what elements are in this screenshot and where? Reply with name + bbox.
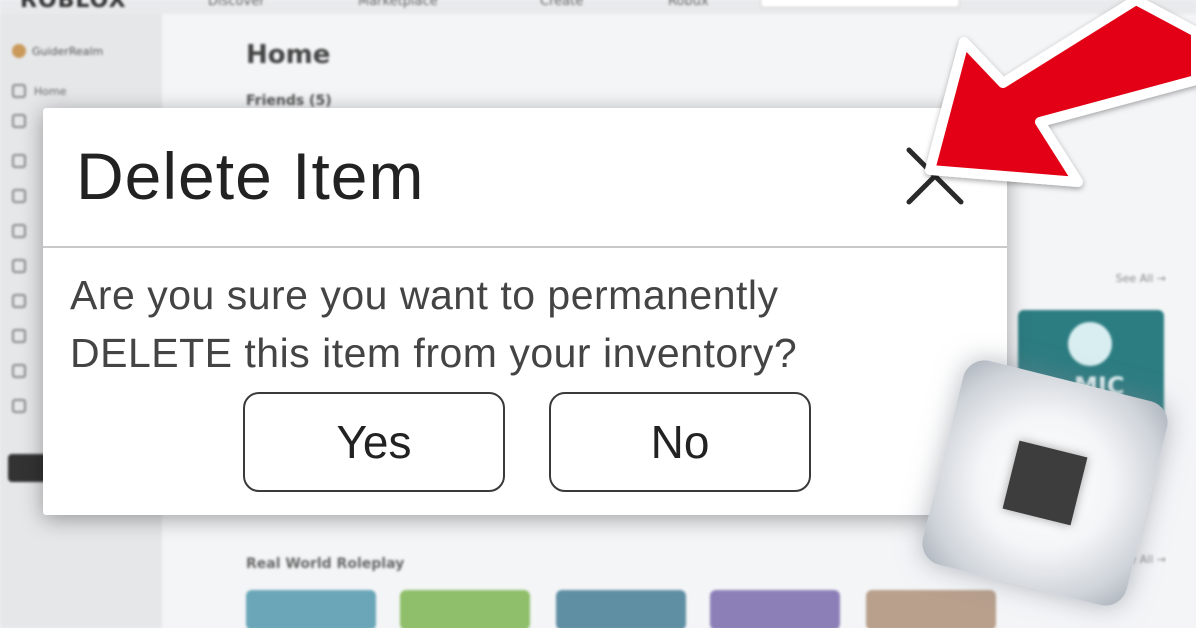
divider <box>43 246 1007 248</box>
no-button[interactable]: No <box>549 392 811 492</box>
dialog-message: Are you sure you want to permanently DEL… <box>70 266 990 382</box>
message-line: Are you sure you want to permanently <box>70 272 779 318</box>
username: GuiderRealm <box>32 44 104 58</box>
red-arrow-icon <box>925 0 1196 187</box>
sidebar-item[interactable] <box>12 189 26 203</box>
store-icon <box>12 399 26 413</box>
game-thumbnail[interactable] <box>710 590 840 628</box>
microphone-icon <box>1068 322 1112 366</box>
avatar <box>12 44 26 58</box>
sidebar-item-label: Home <box>34 84 67 98</box>
sidebar-item[interactable] <box>12 224 26 238</box>
message-line: DELETE this item from your inventory? <box>70 330 798 376</box>
messages-icon <box>12 154 26 168</box>
sidebar-user[interactable]: GuiderRealm <box>12 44 103 58</box>
page-title: Home <box>246 40 331 70</box>
sidebar-item[interactable] <box>12 294 26 308</box>
game-thumbnail[interactable] <box>400 590 530 628</box>
friends-heading[interactable]: Friends (5) <box>246 93 332 109</box>
sidebar-item-home[interactable]: Home <box>12 84 66 98</box>
sidebar-item[interactable] <box>12 364 26 378</box>
sidebar-item[interactable] <box>12 329 26 343</box>
nav-discover[interactable]: Discover <box>208 0 265 9</box>
trade-icon <box>12 294 26 308</box>
nav-robux[interactable]: Robux <box>668 0 709 9</box>
avatar-icon <box>12 224 26 238</box>
friends-icon <box>12 189 26 203</box>
roblox-wordmark[interactable]: ROBLOX <box>20 0 127 13</box>
groups-icon <box>12 329 26 343</box>
nav-create[interactable]: Create <box>540 0 583 9</box>
game-thumbnail[interactable] <box>556 590 686 628</box>
nav-marketplace[interactable]: Marketplace <box>358 0 438 9</box>
delete-item-dialog: Delete Item Are you sure you want to per… <box>43 108 1007 515</box>
sidebar-item[interactable] <box>12 259 26 273</box>
dialog-title: Delete Item <box>76 139 425 213</box>
home-icon <box>12 84 26 98</box>
sidebar-item[interactable] <box>12 154 26 168</box>
game-thumbnail[interactable] <box>866 590 996 628</box>
inventory-icon <box>12 259 26 273</box>
premium-button[interactable] <box>8 454 48 482</box>
section-heading: Real World Roleplay <box>246 556 405 572</box>
game-thumbnail[interactable] <box>246 590 376 628</box>
blog-icon <box>12 364 26 378</box>
sidebar-item[interactable] <box>12 114 26 128</box>
roblox-logo-square <box>1002 440 1088 526</box>
see-all-link[interactable]: See All → <box>1116 272 1166 285</box>
yes-button[interactable]: Yes <box>243 392 505 492</box>
profile-icon <box>12 114 26 128</box>
sidebar-item[interactable] <box>12 399 26 413</box>
